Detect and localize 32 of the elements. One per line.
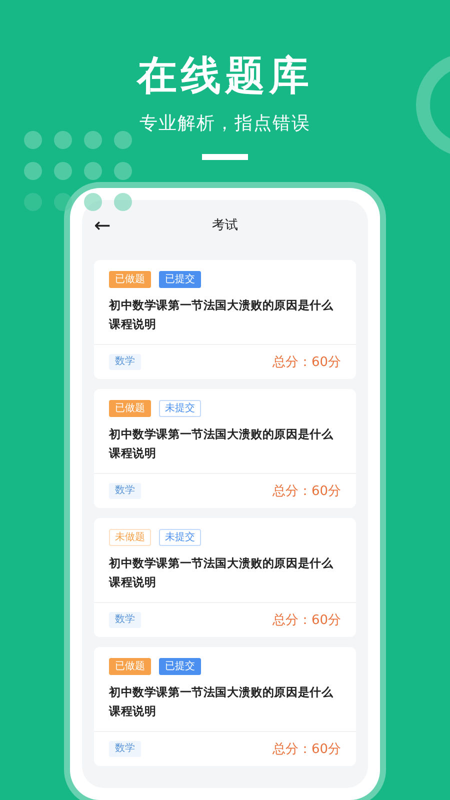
exam-card[interactable]: 已做题 未提交 初中数学课第一节法国大溃败的原因是什么 课程说明 数学 总分：60分 bbox=[94, 388, 356, 508]
subject-tag: 数学 bbox=[109, 612, 141, 628]
exam-description: 课程说明 bbox=[109, 444, 158, 462]
status-tag: 已提交 bbox=[159, 270, 201, 288]
status-tag: 未提交 bbox=[159, 400, 201, 417]
exam-card[interactable]: 已做题 已提交 初中数学课第一节法国大溃败的原因是什么 课程说明 数学 总分：60分 bbox=[94, 260, 356, 379]
status-tag: 已做题 bbox=[109, 658, 151, 675]
status-tag: 已做题 bbox=[109, 270, 151, 288]
back-button[interactable]: ← bbox=[94, 214, 118, 235]
subject-tag: 数学 bbox=[109, 482, 141, 499]
screen-title: 考试 bbox=[211, 216, 239, 234]
subject-tag: 数学 bbox=[109, 740, 141, 757]
total-score: 总分：60分 bbox=[272, 482, 341, 500]
exam-title: 初中数学课第一节法国大溃败的原因是什么 bbox=[109, 684, 334, 701]
exam-description: 课程说明 bbox=[109, 574, 158, 591]
total-score: 总分：60分 bbox=[272, 740, 341, 758]
total-score: 总分：60分 bbox=[272, 612, 341, 629]
exam-card[interactable]: 已做题 已提交 初中数学课第一节法国大溃败的原因是什么 课程说明 数学 总分：60分 bbox=[94, 646, 356, 766]
total-score: 总分：60分 bbox=[272, 354, 341, 371]
exam-title: 初中数学课第一节法国大溃败的原因是什么 bbox=[109, 296, 334, 314]
exam-card[interactable]: 未做题 未提交 初中数学课第一节法国大溃败的原因是什么 课程说明 数学 总分：60分 bbox=[94, 518, 356, 637]
exam-title: 初中数学课第一节法国大溃败的原因是什么 bbox=[109, 426, 334, 443]
banner-title: 在线题库 bbox=[137, 52, 313, 101]
exam-description: 课程说明 bbox=[109, 702, 158, 720]
banner-subtitle: 专业解析，指点错误 bbox=[140, 112, 310, 136]
exam-description: 课程说明 bbox=[109, 316, 158, 333]
status-tag: 未提交 bbox=[159, 528, 201, 546]
status-tag: 已提交 bbox=[159, 658, 201, 675]
status-tag: 已做题 bbox=[109, 400, 151, 417]
exam-title: 初中数学课第一节法国大溃败的原因是什么 bbox=[109, 554, 334, 572]
status-tag: 未做题 bbox=[109, 528, 151, 546]
subject-tag: 数学 bbox=[109, 354, 141, 370]
